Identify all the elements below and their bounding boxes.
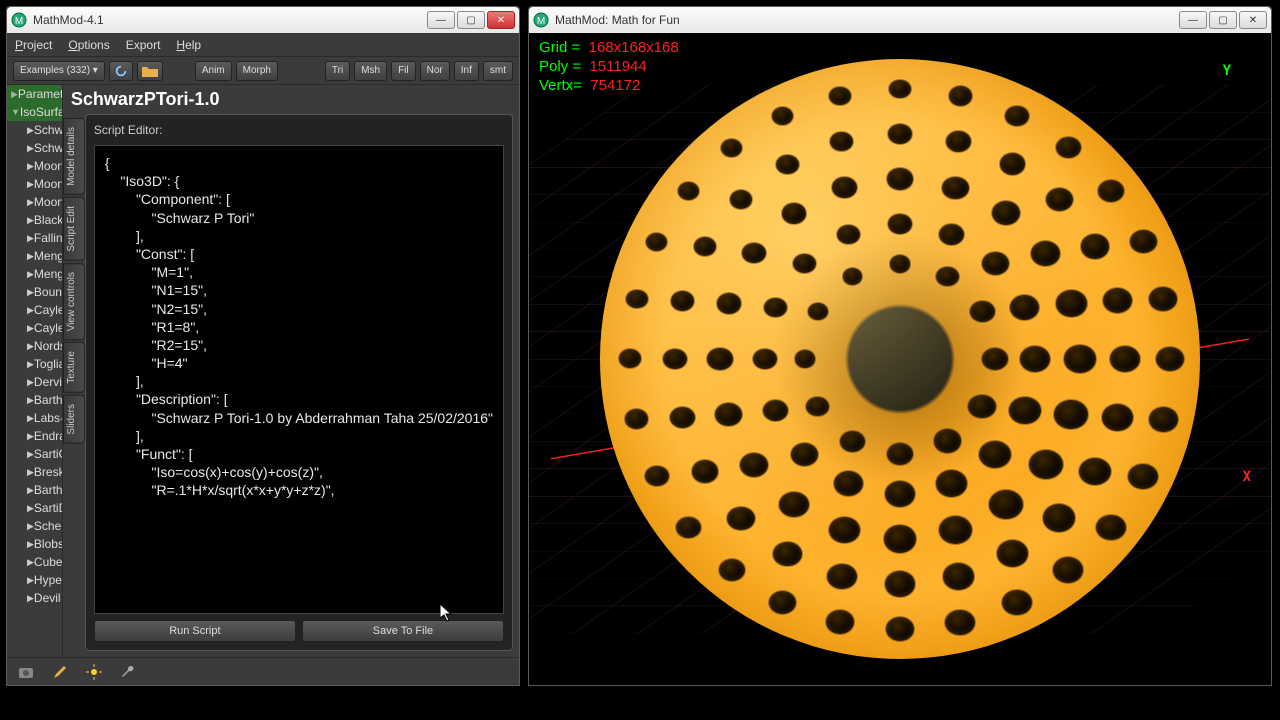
model-title: SchwarzPTori-1.0 — [63, 85, 513, 114]
script-editor-panel: Script Editor: { "Iso3D": { "Component":… — [85, 114, 513, 651]
tree-item[interactable]: ▼IsoSurfaces (1… — [7, 103, 62, 121]
app-icon: M — [11, 12, 27, 28]
fil-button[interactable]: Fil — [391, 61, 416, 81]
close-button[interactable]: ✕ — [1239, 11, 1267, 29]
3d-viewport[interactable]: Grid = 168x168x168 Poly = 1511944 Vertx=… — [529, 33, 1271, 685]
smt-button[interactable]: smt — [483, 61, 513, 81]
anim-button[interactable]: Anim — [195, 61, 232, 81]
side-tab[interactable]: Texture — [63, 342, 85, 393]
tree-item[interactable]: ▶Breske-No… — [7, 463, 62, 481]
svg-text:M: M — [15, 16, 23, 27]
tree-item[interactable]: ▶MengerSp… — [7, 247, 62, 265]
tree-item[interactable]: ▶Barth-sextic — [7, 391, 62, 409]
toolbar: Examples (332) ▾ Anim Morph Tri Msh Fil … — [7, 57, 519, 85]
minimize-button[interactable]: — — [1179, 11, 1207, 29]
tree-item[interactable]: ▶Barth-Dedic — [7, 481, 62, 499]
main-window: M MathMod-4.1 — ▢ ✕ Project Options Expo… — [6, 6, 520, 686]
tree-item[interactable]: ▶SartiDodecic — [7, 499, 62, 517]
titlebar-right[interactable]: M MathMod: Math for Fun — ▢ ✕ — [529, 7, 1271, 33]
x-axis-label: X — [1243, 469, 1251, 485]
msh-button[interactable]: Msh — [354, 61, 387, 81]
wrench-icon[interactable] — [119, 663, 137, 681]
inf-button[interactable]: Inf — [454, 61, 479, 81]
menubar: Project Options Export Help — [7, 33, 519, 57]
side-tab[interactable]: View controls — [63, 263, 85, 340]
svg-text:M: M — [537, 16, 545, 27]
script-textarea[interactable]: { "Iso3D": { "Component": [ "Schwarz P T… — [94, 145, 504, 614]
camera-icon[interactable] — [17, 663, 35, 681]
run-script-button[interactable]: Run Script — [94, 620, 296, 642]
minimize-button[interactable]: — — [427, 11, 455, 29]
side-tab[interactable]: Model details — [63, 118, 85, 195]
viewer-window: M MathMod: Math for Fun — ▢ ✕ — [528, 6, 1272, 686]
tree-item[interactable]: ▶Moon — [7, 157, 62, 175]
tree-item[interactable]: ▶Blobs — [7, 535, 62, 553]
tri-button[interactable]: Tri — [325, 61, 350, 81]
tree-item[interactable]: ▶Moon2 — [7, 175, 62, 193]
maximize-button[interactable]: ▢ — [1209, 11, 1237, 29]
sun-icon[interactable] — [85, 663, 103, 681]
rendered-surface — [600, 59, 1200, 659]
tree-item[interactable]: ▶Labs-Septic — [7, 409, 62, 427]
model-tree[interactable]: ▶Parametric Su…▼IsoSurfaces (1…▶Schwarz▶… — [7, 85, 63, 657]
app-icon: M — [533, 12, 549, 28]
tree-item[interactable]: ▶BouncingB… — [7, 283, 62, 301]
tree-item[interactable]: ▶Parametric Su… — [7, 85, 62, 103]
tree-item[interactable]: ▶Hyperbolic — [7, 571, 62, 589]
tree-item[interactable]: ▶Schwarz — [7, 121, 62, 139]
menu-options[interactable]: Options — [68, 38, 109, 52]
y-axis-label: Y — [1223, 63, 1231, 79]
close-button[interactable]: ✕ — [487, 11, 515, 29]
window-title: MathMod-4.1 — [33, 13, 427, 27]
titlebar-left[interactable]: M MathMod-4.1 — ▢ ✕ — [7, 7, 519, 33]
tree-item[interactable]: ▶MengerSp… — [7, 265, 62, 283]
side-tab[interactable]: Sliders — [63, 395, 85, 444]
side-tab[interactable]: Script Edit — [63, 197, 85, 261]
window-title: MathMod: Math for Fun — [555, 13, 1179, 27]
tree-item[interactable]: ▶BlackHole — [7, 211, 62, 229]
tree-item[interactable]: ▶FallingDrop — [7, 229, 62, 247]
refresh-button[interactable] — [109, 61, 133, 81]
folder-button[interactable] — [137, 61, 163, 81]
examples-dropdown[interactable]: Examples (332) ▾ — [13, 61, 105, 81]
tree-item[interactable]: ▶Nordstrand — [7, 337, 62, 355]
maximize-button[interactable]: ▢ — [457, 11, 485, 29]
stats-overlay: Grid = 168x168x168 Poly = 1511944 Vertx=… — [539, 39, 679, 95]
tree-item[interactable]: ▶Endraß-Octic — [7, 427, 62, 445]
statusbar — [7, 657, 519, 685]
tree-item[interactable]: ▶Dervish — [7, 373, 62, 391]
save-to-file-button[interactable]: Save To File — [302, 620, 504, 642]
brush-icon[interactable] — [51, 663, 69, 681]
menu-export[interactable]: Export — [126, 38, 161, 52]
editor-label: Script Editor: — [94, 123, 504, 137]
tree-item[interactable]: ▶Togliatti — [7, 355, 62, 373]
tree-item[interactable]: ▶Cayley_2 — [7, 319, 62, 337]
tree-item[interactable]: ▶CubeSphere — [7, 553, 62, 571]
morph-button[interactable]: Morph — [236, 61, 278, 81]
tree-item[interactable]: ▶Devil — [7, 589, 62, 607]
menu-help[interactable]: Help — [176, 38, 201, 52]
tree-item[interactable]: ▶Cayley_1 — [7, 301, 62, 319]
tree-item[interactable]: ▶SartiOctic — [7, 445, 62, 463]
tree-item[interactable]: ▶SchwarzFu… — [7, 139, 62, 157]
nor-button[interactable]: Nor — [420, 61, 450, 81]
tree-item[interactable]: ▶Scherk — [7, 517, 62, 535]
tree-item[interactable]: ▶Moon3 — [7, 193, 62, 211]
menu-project[interactable]: Project — [15, 38, 52, 52]
